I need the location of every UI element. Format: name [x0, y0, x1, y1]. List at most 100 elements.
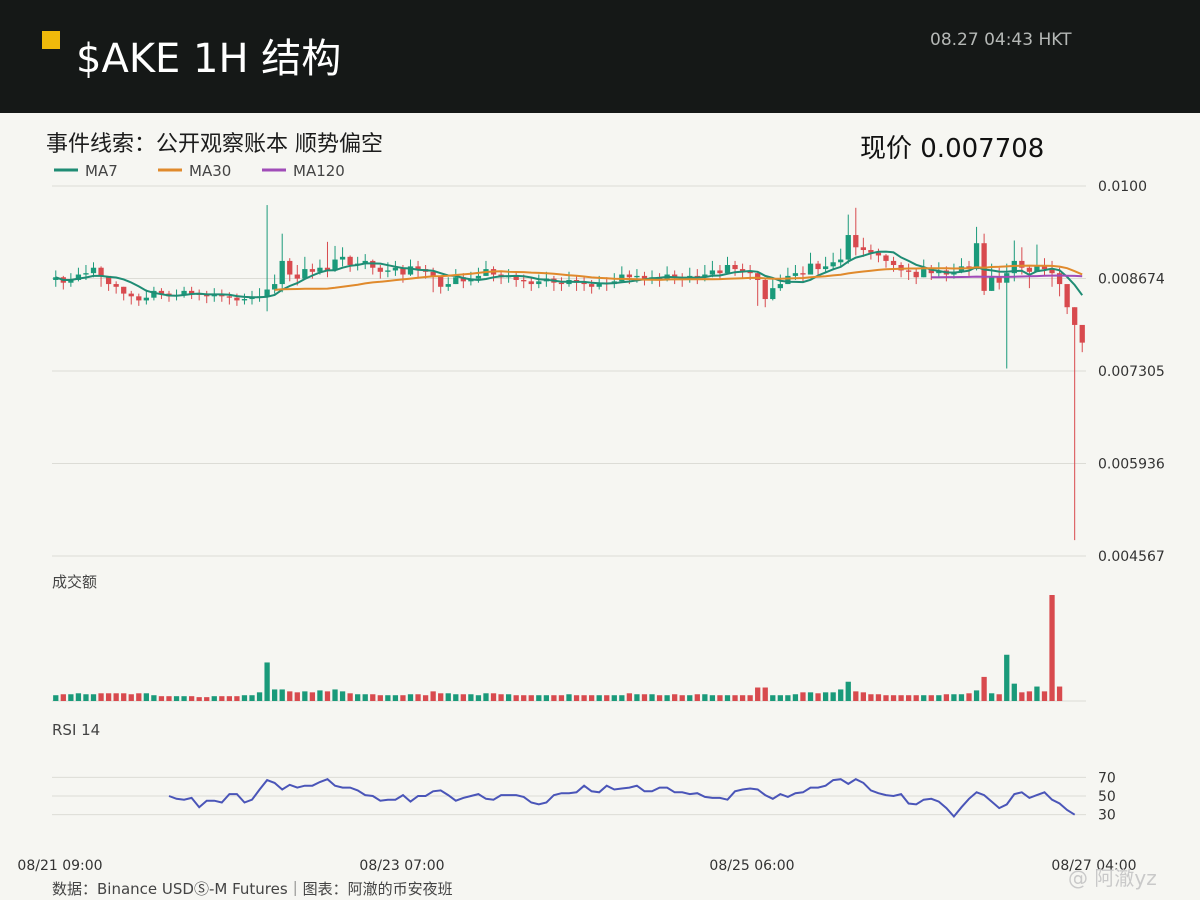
- volume-bar: [830, 692, 836, 701]
- volume-bar: [641, 694, 648, 701]
- candle-body: [90, 267, 97, 274]
- volume-bar: [438, 693, 444, 701]
- candle-body: [453, 277, 459, 285]
- volume-bar: [241, 695, 248, 701]
- volume-bar: [1011, 683, 1017, 701]
- volume-bar: [385, 695, 391, 701]
- candle-body: [830, 262, 836, 267]
- candle-body: [558, 282, 565, 285]
- volume-bar: [196, 697, 202, 701]
- candle-body: [113, 284, 119, 287]
- candle-body: [234, 297, 240, 301]
- volume-bar: [845, 681, 851, 701]
- volume-bar: [483, 693, 489, 701]
- volume-bar: [785, 695, 791, 701]
- candle-body: [1072, 307, 1078, 325]
- volume-panel-label: 成交额: [52, 573, 97, 591]
- candle-body: [98, 267, 104, 276]
- volume-bar: [498, 694, 504, 701]
- candle-body: [732, 264, 738, 270]
- candle-body: [1079, 324, 1085, 343]
- candle-body: [136, 296, 142, 301]
- volume-bar: [913, 695, 919, 701]
- volume-bar: [898, 695, 904, 701]
- candle-body: [883, 255, 889, 261]
- volume-bar: [317, 690, 323, 701]
- candle-body: [709, 270, 716, 275]
- candle-body: [536, 281, 542, 285]
- volume-bar: [792, 694, 799, 701]
- volume-bar: [558, 695, 565, 701]
- volume-bar: [121, 693, 127, 701]
- volume-bar: [672, 694, 678, 701]
- candle-body: [528, 281, 534, 285]
- candle-body: [475, 275, 482, 279]
- volume-bar: [958, 694, 965, 701]
- rsi-tick-label: 50: [1098, 789, 1116, 805]
- candle-body: [392, 267, 399, 271]
- candle-body: [777, 284, 783, 289]
- volume-bar: [966, 693, 972, 701]
- volume-bar: [528, 695, 534, 701]
- volume-bar: [573, 695, 580, 701]
- moving-averages: [55, 250, 1084, 299]
- volume-bar: [226, 696, 233, 701]
- candle-body: [445, 284, 451, 287]
- candle-series: [53, 205, 1085, 541]
- volume-bar: [60, 694, 66, 701]
- volume-bar: [355, 694, 361, 701]
- candle-body: [860, 247, 866, 251]
- price-tick-label: 0.007305: [1098, 364, 1165, 380]
- volume-bar: [822, 692, 829, 701]
- volume-bar: [83, 694, 89, 701]
- volume-bar: [272, 689, 278, 701]
- candle-body: [996, 277, 1002, 283]
- volume-bar: [619, 695, 625, 701]
- volume-bar: [407, 694, 414, 701]
- volume-bar: [490, 693, 497, 701]
- volume-bar: [128, 694, 134, 701]
- price-tick-label: 0.0100: [1098, 179, 1147, 195]
- candle-body: [815, 263, 821, 270]
- candle-body: [989, 277, 995, 291]
- volume-bar: [943, 694, 950, 701]
- volume-bar: [377, 695, 383, 701]
- candle-body: [309, 269, 316, 272]
- candle-body: [822, 266, 829, 270]
- volume-bar: [875, 694, 882, 701]
- candle-body: [626, 274, 633, 278]
- volume-bar: [626, 693, 633, 701]
- price-tick-label: 0.004567: [1098, 549, 1165, 565]
- candle-body: [272, 284, 278, 290]
- volume-bar: [158, 696, 165, 701]
- volume-bar: [302, 691, 308, 701]
- volume-bar: [604, 695, 610, 701]
- candle-body: [385, 270, 391, 272]
- volume-bar: [981, 676, 987, 701]
- candle-body: [294, 274, 300, 279]
- volume-bar: [332, 689, 338, 701]
- candle-body: [913, 271, 919, 278]
- volume-bar: [324, 691, 331, 701]
- volume-bar: [973, 690, 980, 701]
- volume-bar: [596, 695, 602, 701]
- candle-body: [762, 279, 768, 300]
- volume-bar: [422, 695, 429, 701]
- rsi-line: [168, 778, 1076, 819]
- volume-bar: [762, 687, 768, 701]
- volume-bar: [1041, 691, 1048, 701]
- volume-bar: [279, 689, 285, 701]
- volume-bar: [589, 695, 595, 701]
- volume-bar: [732, 695, 738, 701]
- volume-bar: [75, 693, 82, 701]
- volume-bar: [921, 695, 927, 701]
- candle-body: [905, 270, 912, 272]
- volume-bar: [415, 694, 421, 701]
- candle-body: [845, 235, 851, 260]
- candle-body: [241, 299, 248, 301]
- candle-body: [634, 275, 640, 278]
- candle-body: [838, 259, 844, 263]
- candle-body: [143, 297, 149, 301]
- volume-bar: [309, 692, 316, 701]
- candle-body: [921, 269, 927, 278]
